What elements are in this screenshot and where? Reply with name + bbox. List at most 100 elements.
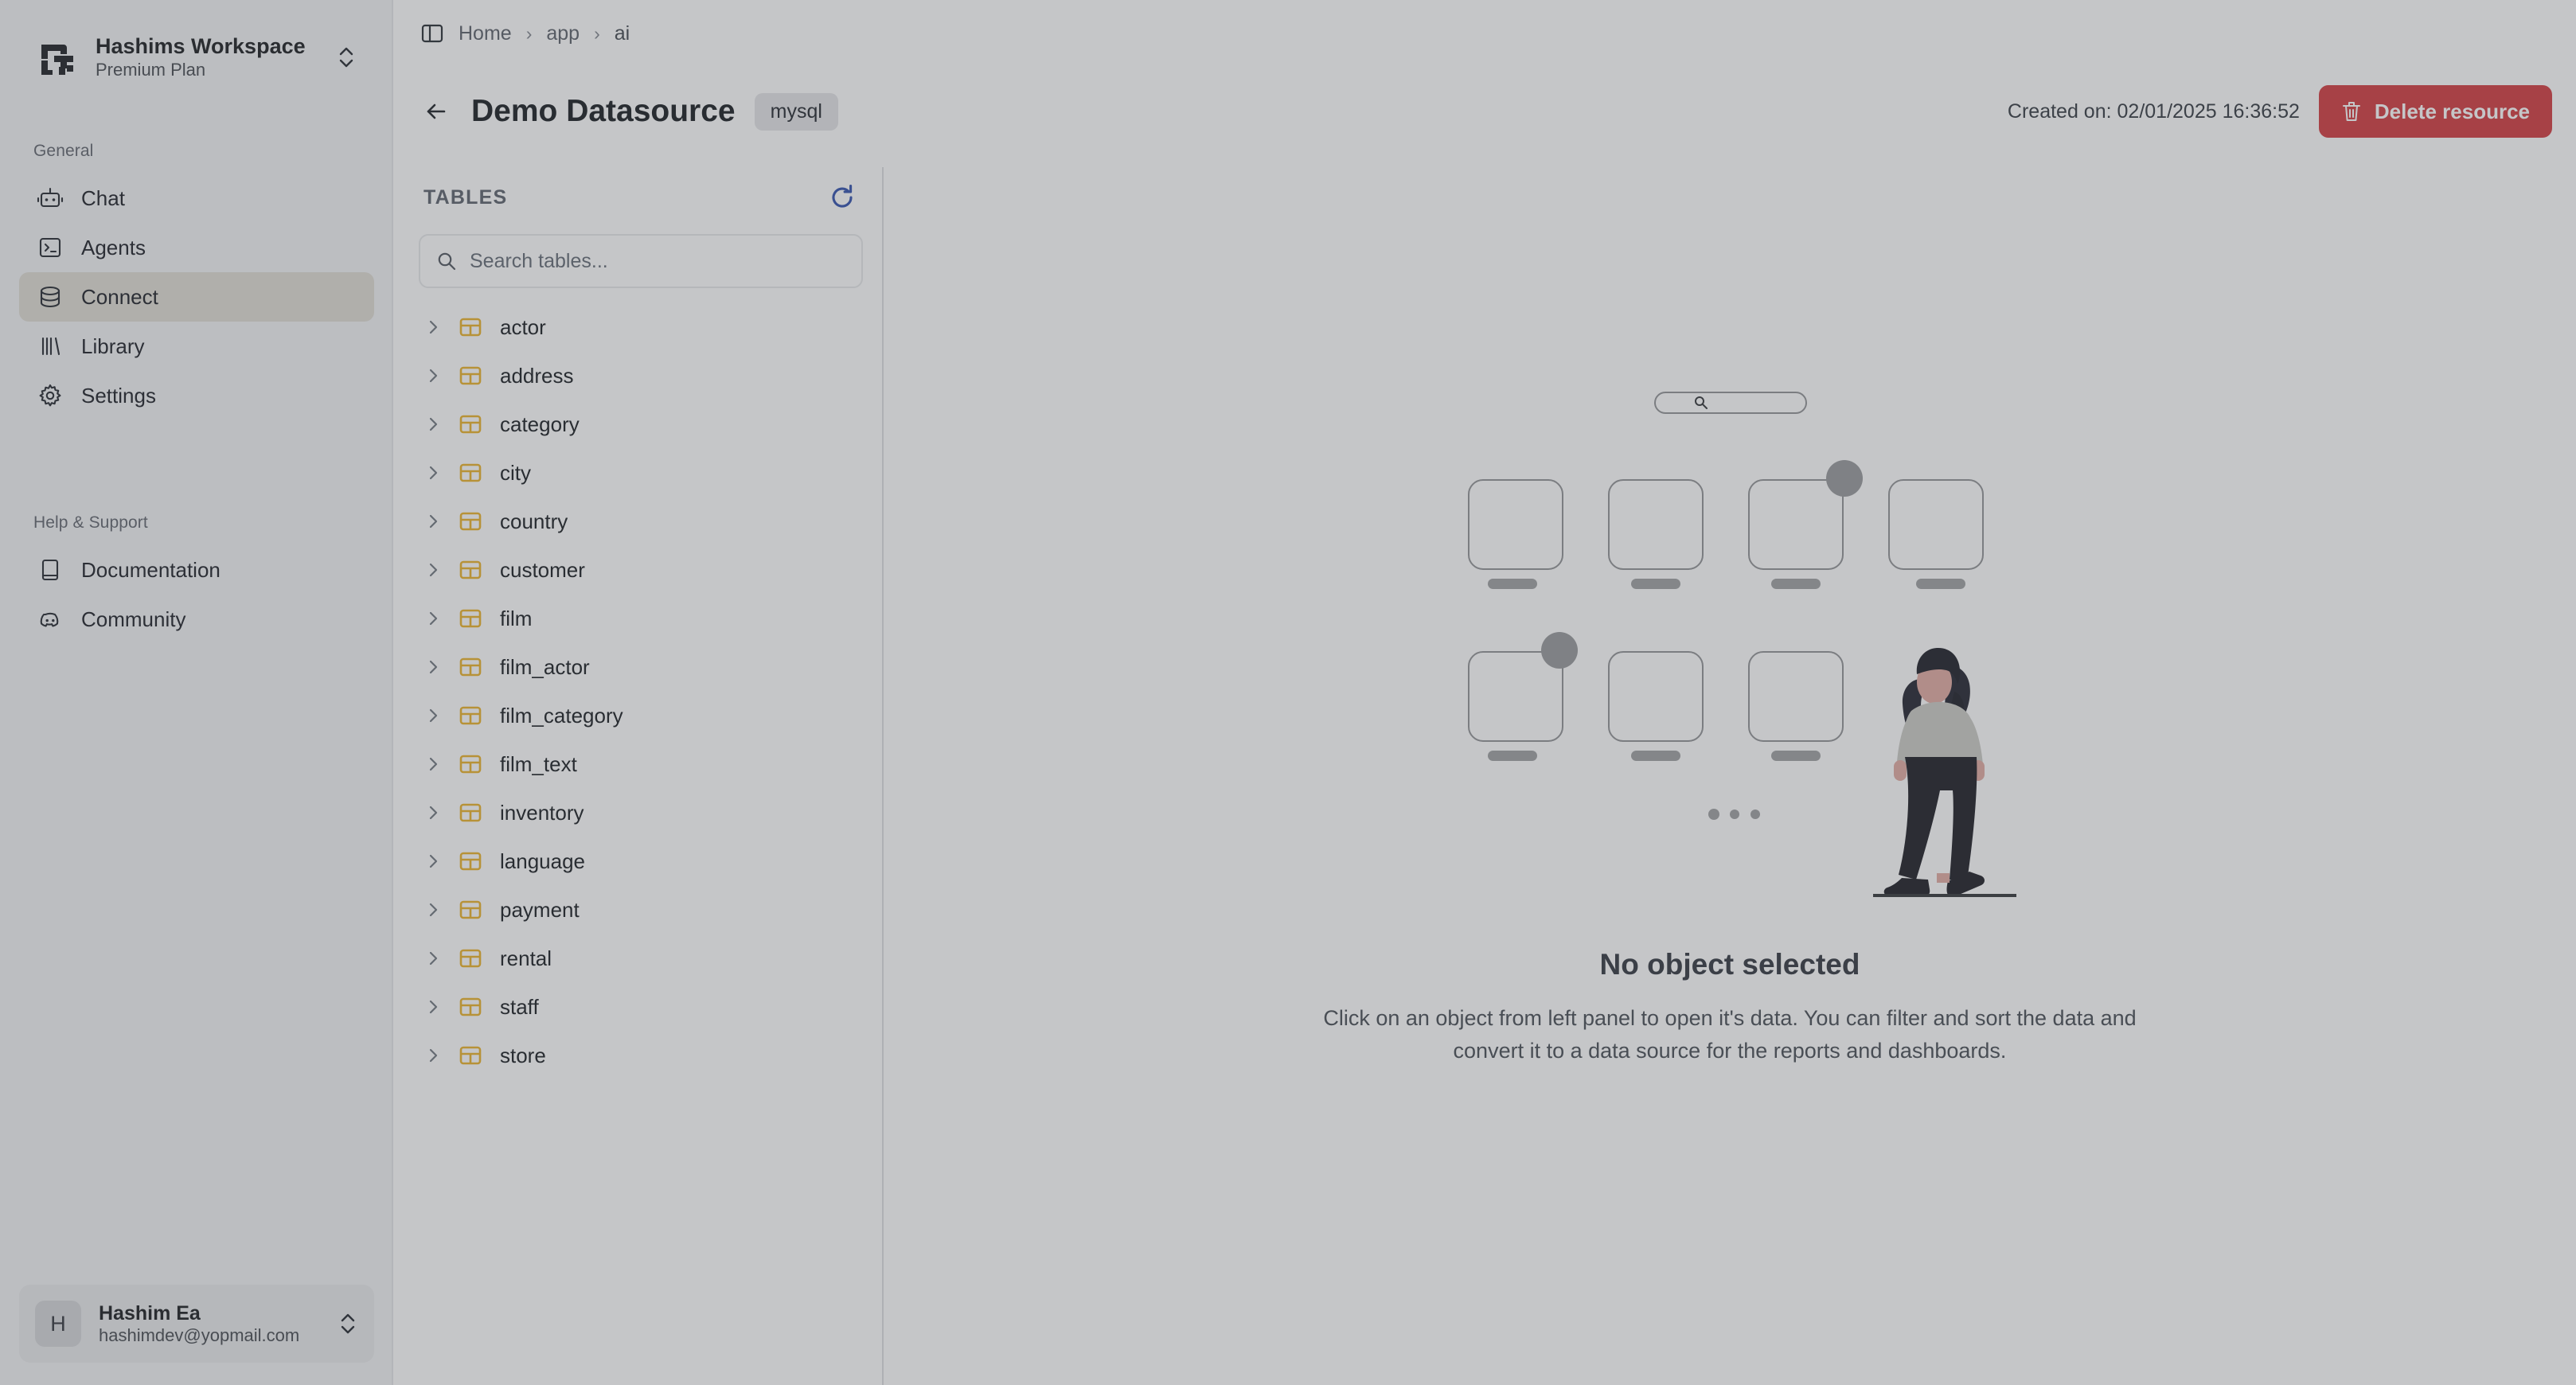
chevron-right-icon[interactable]	[423, 997, 443, 1016]
table-grid-icon	[459, 1044, 482, 1067]
chevron-right-icon[interactable]	[423, 415, 443, 434]
table-name: country	[500, 509, 568, 533]
breadcrumb-item-app[interactable]: app	[546, 22, 580, 45]
table-row[interactable]: rental	[401, 934, 880, 982]
table-grid-icon	[459, 315, 482, 339]
chevron-right-icon[interactable]	[423, 1046, 443, 1065]
sidebar-item-label: Community	[81, 607, 186, 631]
sidebar-item-connect[interactable]: Connect	[19, 272, 374, 322]
table-name: category	[500, 412, 580, 436]
workspace-name: Hashims Workspace	[96, 33, 306, 58]
delete-resource-button[interactable]: Delete resource	[2318, 85, 2552, 138]
chevron-right-icon[interactable]	[423, 512, 443, 531]
breadcrumb-separator: ›	[594, 22, 600, 44]
table-row[interactable]: film_actor	[401, 642, 880, 691]
search-tables-field[interactable]	[419, 234, 863, 288]
column-divider	[882, 167, 884, 1385]
empty-state: No object selected Click on an object fr…	[884, 167, 2576, 1385]
chevron-right-icon[interactable]	[423, 609, 443, 628]
breadcrumb-separator: ›	[525, 22, 533, 44]
chevron-right-icon[interactable]	[423, 366, 443, 385]
chevron-right-icon[interactable]	[423, 852, 443, 871]
breadcrumb-item-home[interactable]: Home	[459, 22, 512, 45]
table-row[interactable]: store	[401, 1031, 880, 1079]
table-row[interactable]: address	[401, 351, 880, 400]
trash-icon	[2341, 100, 2362, 123]
table-name: rental	[500, 946, 552, 970]
table-name: film_text	[500, 751, 577, 776]
table-name: film_actor	[500, 654, 590, 679]
chevron-right-icon[interactable]	[423, 560, 443, 579]
table-name: inventory	[500, 800, 584, 825]
terminal-icon	[37, 234, 64, 261]
delete-resource-label: Delete resource	[2374, 99, 2530, 123]
table-row[interactable]: language	[401, 837, 880, 885]
robot-icon	[37, 185, 64, 212]
table-grid-icon	[459, 946, 482, 970]
arrow-left-icon[interactable]	[420, 96, 452, 127]
tables-panel-title: TABLES	[423, 185, 508, 209]
table-name: actor	[500, 314, 546, 339]
sidebar-item-label: Agents	[81, 236, 146, 259]
refresh-icon[interactable]	[826, 181, 858, 213]
sidebar-item-community[interactable]: Community	[19, 595, 374, 644]
table-grid-icon	[459, 558, 482, 582]
datasource-type-badge: mysql	[754, 92, 838, 131]
table-row[interactable]: country	[401, 497, 880, 545]
chevron-right-icon[interactable]	[423, 900, 443, 919]
breadcrumb-item-ai[interactable]: ai	[615, 22, 630, 45]
table-row[interactable]: film_category	[401, 691, 880, 739]
chevron-right-icon[interactable]	[423, 318, 443, 337]
workspace-switcher[interactable]: Hashims Workspace Premium Plan	[22, 22, 371, 92]
sidebar-item-library[interactable]: Library	[19, 322, 374, 371]
chevron-right-icon[interactable]	[423, 657, 443, 677]
sidebar-item-settings[interactable]: Settings	[19, 371, 374, 420]
table-grid-icon	[459, 898, 482, 922]
table-row[interactable]: inventory	[401, 788, 880, 837]
search-input[interactable]	[470, 249, 845, 273]
table-grid-icon	[459, 364, 482, 388]
table-row[interactable]: city	[401, 448, 880, 497]
table-name: film_category	[500, 703, 623, 728]
breadcrumb: Home › app › ai	[420, 16, 630, 51]
chevron-right-icon[interactable]	[423, 706, 443, 725]
workspace-text: Hashims Workspace Premium Plan	[96, 34, 318, 80]
library-bars-icon	[37, 333, 64, 360]
sidebar-section-general-label: General	[33, 142, 94, 160]
table-name: address	[500, 363, 574, 388]
user-account-switcher[interactable]: H Hashim Ea hashimdev@yopmail.com	[19, 1285, 374, 1363]
table-row[interactable]: category	[401, 400, 880, 448]
sidebar-item-label: Chat	[81, 186, 125, 210]
table-grid-icon	[459, 995, 482, 1019]
table-row[interactable]: film_text	[401, 739, 880, 788]
table-row[interactable]: staff	[401, 982, 880, 1031]
search-icon	[436, 251, 457, 271]
table-row[interactable]: actor	[401, 302, 880, 351]
no-object-selected-illustration	[1443, 378, 2016, 967]
table-grid-icon	[459, 849, 482, 873]
chevron-up-down-icon	[336, 44, 357, 71]
sidebar-item-label: Library	[81, 334, 145, 358]
chevron-right-icon[interactable]	[423, 755, 443, 774]
table-grid-icon	[459, 704, 482, 728]
table-row[interactable]: payment	[401, 885, 880, 934]
sidebar-panel-toggle-icon[interactable]	[420, 21, 444, 45]
table-name: staff	[500, 994, 539, 1019]
sidebar-item-label: Documentation	[81, 558, 221, 582]
sidebar-nav-help: Documentation Community	[19, 545, 374, 644]
table-row[interactable]: film	[401, 594, 880, 642]
table-name: language	[500, 849, 585, 873]
sidebar-item-chat[interactable]: Chat	[19, 174, 374, 223]
book-icon	[37, 556, 64, 583]
user-text: Hashim Ea hashimdev@yopmail.com	[99, 1301, 320, 1346]
sidebar-item-agents[interactable]: Agents	[19, 223, 374, 272]
table-row[interactable]: customer	[401, 545, 880, 594]
chevron-right-icon[interactable]	[423, 803, 443, 822]
chevron-right-icon[interactable]	[423, 949, 443, 968]
sidebar-item-documentation[interactable]: Documentation	[19, 545, 374, 595]
chevron-right-icon[interactable]	[423, 463, 443, 482]
sidebar-item-label: Connect	[81, 285, 158, 309]
table-grid-icon	[459, 752, 482, 776]
gear-icon	[37, 382, 64, 409]
user-name: Hashim Ea	[99, 1301, 201, 1325]
